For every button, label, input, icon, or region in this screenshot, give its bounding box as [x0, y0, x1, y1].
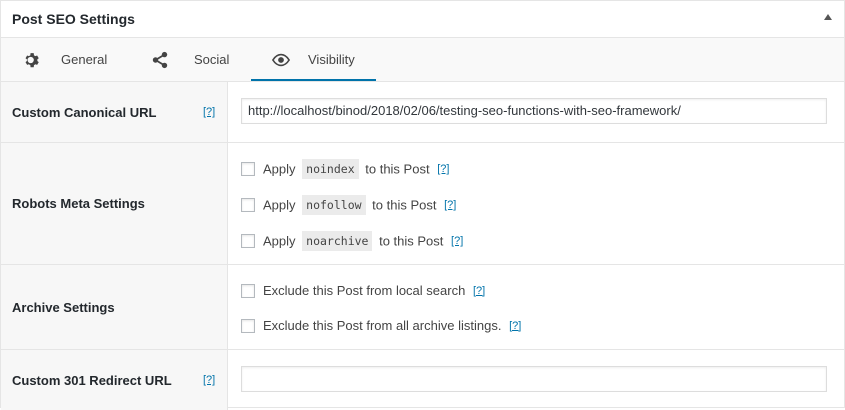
nofollow-suffix: to this Post	[372, 197, 437, 213]
exclude-archive-checkbox[interactable]	[241, 318, 255, 333]
canonical-label: Custom Canonical URL	[12, 105, 157, 120]
tab-visibility[interactable]: Visibility	[251, 38, 376, 81]
redirect-url-input[interactable]	[241, 366, 827, 392]
canonical-help-link[interactable]: [?]	[203, 106, 215, 118]
share-icon	[152, 51, 168, 69]
arrow-up-icon[interactable]	[824, 14, 832, 20]
archive-label: Archive Settings	[12, 300, 115, 315]
tab-social-label: Social	[194, 52, 230, 67]
noindex-suffix: to this Post	[365, 161, 430, 177]
exclude-search-help-link[interactable]: [?]	[473, 285, 485, 297]
nofollow-checkbox[interactable]	[241, 198, 255, 212]
nofollow-code: nofollow	[302, 195, 366, 215]
gear-icon	[25, 53, 39, 68]
noindex-checkbox[interactable]	[241, 162, 255, 176]
post-seo-settings-panel: Post SEO Settings General Social Visibil…	[0, 0, 845, 410]
noarchive-help-link[interactable]: [?]	[451, 235, 463, 247]
noarchive-prefix: Apply	[263, 233, 296, 249]
noarchive-code: noarchive	[302, 231, 373, 251]
tab-bar: General Social Visibility	[1, 38, 844, 82]
exclude-archive-text: Exclude this Post from all archive listi…	[263, 318, 502, 334]
exclude-search-option: Exclude this Post from local search [?]	[241, 282, 485, 302]
panel-header: Post SEO Settings	[1, 1, 844, 38]
nofollow-option: Apply nofollow to this Post [?]	[241, 195, 456, 215]
noarchive-checkbox[interactable]	[241, 234, 255, 248]
tab-general[interactable]: General	[1, 38, 129, 81]
robots-label: Robots Meta Settings	[12, 196, 145, 211]
noindex-prefix: Apply	[263, 161, 296, 177]
redirect-label: Custom 301 Redirect URL	[12, 373, 172, 388]
tab-social[interactable]: Social	[129, 38, 251, 81]
canonical-row: Custom Canonical URL [?] http://localhos…	[1, 82, 844, 143]
noindex-code: noindex	[302, 159, 359, 179]
exclude-archive-help-link[interactable]: [?]	[509, 320, 521, 332]
noindex-help-link[interactable]: [?]	[437, 163, 449, 175]
redirect-row: Custom 301 Redirect URL [?]	[1, 350, 844, 410]
exclude-archive-option: Exclude this Post from all archive listi…	[241, 317, 521, 337]
exclude-search-text: Exclude this Post from local search	[263, 283, 466, 299]
tab-visibility-label: Visibility	[308, 52, 355, 67]
eye-icon	[272, 53, 290, 67]
nofollow-help-link[interactable]: [?]	[444, 199, 456, 211]
archive-row: Archive Settings Exclude this Post from …	[1, 265, 844, 350]
noarchive-option: Apply noarchive to this Post [?]	[241, 231, 463, 251]
noindex-option: Apply noindex to this Post [?]	[241, 159, 449, 179]
noarchive-suffix: to this Post	[379, 233, 444, 249]
robots-row: Robots Meta Settings Apply noindex to th…	[1, 143, 844, 265]
panel-title: Post SEO Settings	[12, 11, 135, 27]
exclude-search-checkbox[interactable]	[241, 283, 255, 298]
tab-general-label: General	[61, 52, 108, 67]
canonical-url-input[interactable]: http://localhost/binod/2018/02/06/testin…	[241, 98, 827, 124]
nofollow-prefix: Apply	[263, 197, 296, 213]
redirect-help-link[interactable]: [?]	[203, 374, 215, 386]
